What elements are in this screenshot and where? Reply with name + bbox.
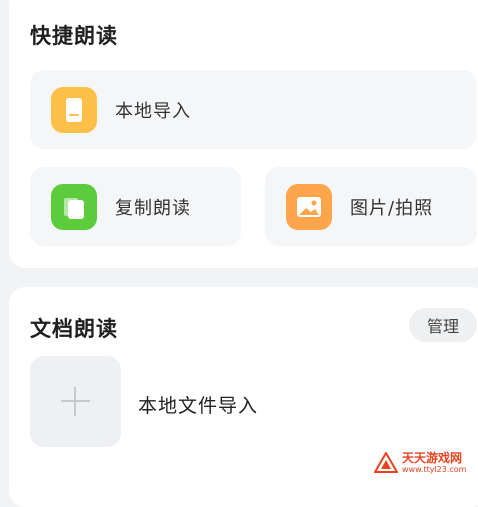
local-file-import-label[interactable]: 本地文件导入 xyxy=(138,391,258,418)
watermark-url: www.ttyl23.com xyxy=(402,465,467,474)
copy-read-label: 复制朗读 xyxy=(115,197,191,219)
watermark-logo-icon xyxy=(374,452,398,473)
doc-read-title: 文档朗读 xyxy=(30,317,118,341)
file-icon xyxy=(51,86,97,133)
image-photo-label: 图片/拍照 xyxy=(350,197,434,219)
copy-read-tile[interactable]: 复制朗读 xyxy=(30,167,241,246)
image-icon xyxy=(286,183,332,230)
image-photo-tile[interactable]: 图片/拍照 xyxy=(265,167,477,246)
watermark: 天天游戏网 www.ttyl23.com xyxy=(374,448,474,478)
add-document-button[interactable] xyxy=(30,356,121,447)
watermark-title: 天天游戏网 xyxy=(402,451,463,465)
copy-icon xyxy=(51,183,97,230)
plus-icon xyxy=(61,387,90,416)
manage-button[interactable]: 管理 xyxy=(409,308,477,342)
local-import-tile[interactable]: 本地导入 xyxy=(30,70,477,149)
quick-read-title: 快捷朗读 xyxy=(30,24,118,48)
local-import-label: 本地导入 xyxy=(115,100,191,122)
